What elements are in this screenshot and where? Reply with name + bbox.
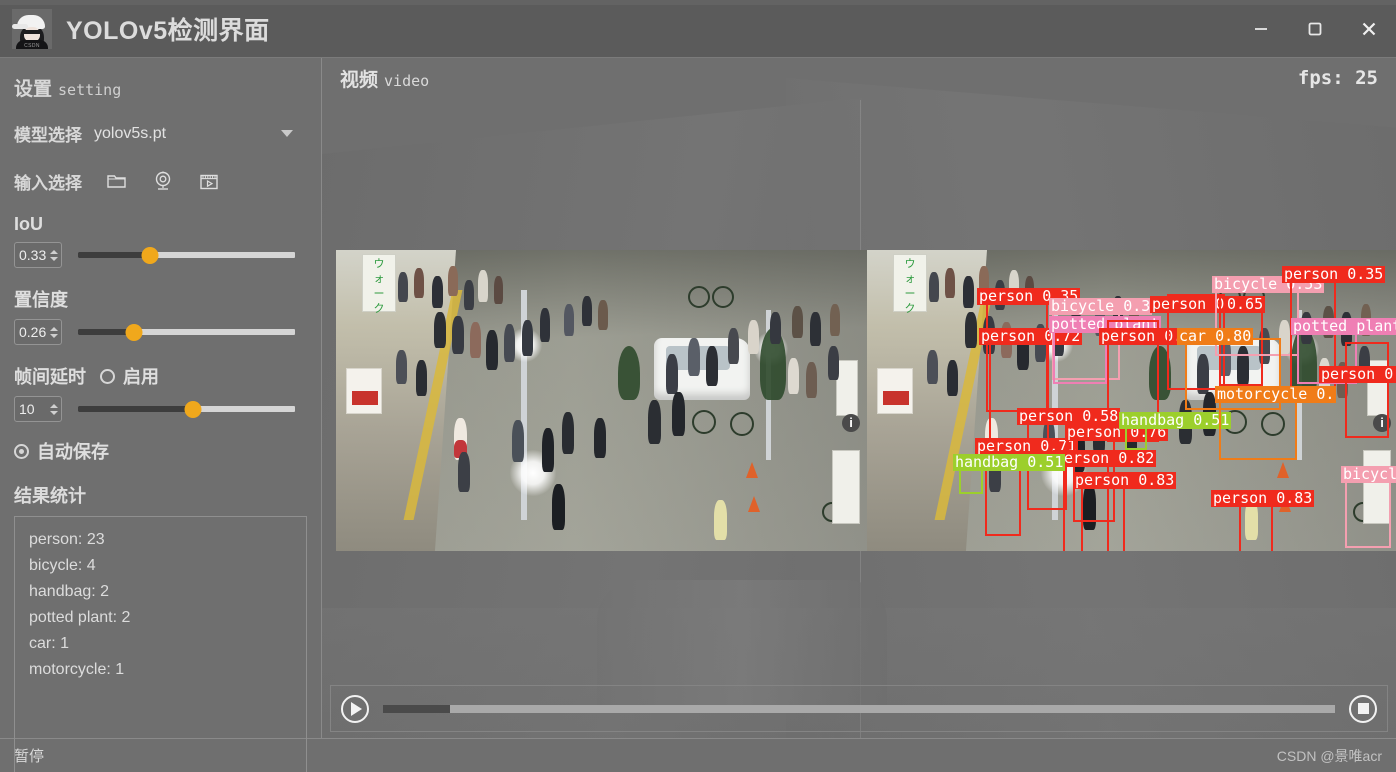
stats-item: car: 1 — [29, 635, 70, 652]
confidence-slider-handle[interactable] — [125, 323, 143, 341]
stop-button[interactable] — [1349, 694, 1377, 723]
frame-delay-label: 帧间延时 — [14, 367, 86, 387]
frame-delay-slider-handle[interactable] — [184, 400, 202, 418]
fps-readout: fps: 25 — [1297, 67, 1378, 89]
minimize-icon — [1255, 27, 1267, 30]
auto-save-row[interactable]: 自动保存 — [14, 438, 307, 464]
close-icon — [1362, 22, 1376, 35]
play-icon — [351, 701, 362, 716]
settings-heading-zh: 设置 — [14, 79, 53, 100]
auto-save-radio[interactable] — [14, 443, 29, 459]
frame-delay-spinner-arrows[interactable] — [50, 403, 61, 415]
video-frames: ウォーク i ウ ォ ー ク i person 0.35 person 0.72… — [336, 250, 1396, 551]
model-select-label: 模型选择 — [14, 126, 82, 145]
maximize-icon — [1308, 22, 1322, 35]
close-button[interactable] — [1342, 0, 1396, 57]
frame-delay-enable-label: 启用 — [123, 367, 159, 387]
iou-slider-fill — [78, 252, 150, 258]
maximize-button[interactable] — [1288, 0, 1342, 57]
street-scene-detected: ウォーク i — [867, 250, 1396, 551]
stop-icon — [1357, 703, 1369, 714]
confidence-spinbox[interactable]: 0.26 — [14, 319, 62, 345]
video-title-zh: 视频 — [340, 69, 379, 91]
stats-item: handbag: 2 — [29, 583, 110, 600]
video-title-en: video — [384, 71, 430, 90]
folder-icon — [107, 175, 126, 188]
confidence-slider[interactable] — [78, 322, 295, 342]
auto-save-label: 自动保存 — [37, 442, 109, 462]
confidence-spinner-arrows[interactable] — [50, 326, 61, 338]
folder-button[interactable] — [94, 166, 140, 196]
stats-box: person: 23 bicycle: 4 handbag: 2 potted … — [14, 516, 307, 772]
frame-delay-slider-fill — [78, 406, 193, 412]
model-select-row: 模型选择 yolov5s.pt — [14, 121, 307, 146]
settings-sidebar: 设置 setting 模型选择 yolov5s.pt 输入选择 IoU 0.33… — [0, 58, 322, 772]
logo-watermark: CSDN — [24, 42, 40, 49]
video-file-icon — [200, 174, 218, 189]
video-title: 视频 video — [340, 65, 429, 92]
frame-delay-spinbox[interactable]: 10 — [14, 396, 62, 422]
app-title: YOLOv5检测界面 — [66, 16, 270, 45]
frame-delay-control-row: 10 — [14, 396, 307, 422]
raw-video-frame[interactable]: ウォーク i — [336, 250, 867, 551]
model-select-dropdown[interactable]: yolov5s.pt — [94, 125, 307, 143]
input-select-row: 输入选择 — [14, 166, 307, 196]
titlebar-top-strip — [0, 0, 1396, 5]
stats-item: motorcycle: 1 — [29, 661, 125, 678]
chevron-down-icon — [281, 130, 293, 137]
app-logo-avatar: CSDN — [12, 8, 52, 49]
webcam-icon — [155, 171, 171, 190]
frame-delay-header: 帧间延时 启用 — [14, 363, 307, 389]
stats-item: bicycle: 4 — [29, 557, 96, 574]
iou-slider[interactable] — [78, 245, 295, 265]
minimize-button[interactable] — [1234, 0, 1288, 57]
window-body: 设置 setting 模型选择 yolov5s.pt 输入选择 IoU 0.33… — [0, 58, 1396, 772]
iou-control-row: 0.33 — [14, 242, 307, 268]
video-panel: 视频 video fps: 25 ウォーク i ウ ォ ー ク i person… — [322, 58, 1396, 738]
input-select-label: 输入选择 — [14, 173, 82, 193]
stats-item: potted plant: 2 — [29, 609, 131, 626]
video-stage: ウォーク i ウ ォ ー ク i person 0.35 person 0.72… — [322, 98, 1396, 685]
stats-item: person: 23 — [29, 531, 105, 548]
play-button[interactable] — [341, 694, 369, 723]
iou-spinbox[interactable]: 0.33 — [14, 242, 62, 268]
playback-progress-slider[interactable] — [383, 704, 1335, 713]
app-window: CSDN YOLOv5检测界面 设置 setting 模型选择 yolov5s.… — [0, 0, 1396, 772]
video-header: 视频 video fps: 25 — [322, 58, 1396, 98]
iou-slider-handle[interactable] — [141, 246, 159, 264]
confidence-label: 置信度 — [14, 290, 68, 310]
street-scene-raw: ウォーク i — [336, 250, 867, 551]
frame-delay-enable-radio[interactable] — [100, 368, 115, 384]
settings-heading-en: setting — [58, 81, 122, 99]
frame-delay-value: 10 — [19, 401, 35, 417]
input-source-buttons — [94, 166, 307, 196]
detected-video-frame[interactable]: ウォーク i person 0.35 person 0.72 bicycle 0… — [867, 250, 1396, 551]
iou-label: IoU — [14, 214, 43, 234]
title-bar: CSDN YOLOv5检测界面 — [0, 0, 1396, 58]
confidence-control-row: 0.26 — [14, 319, 307, 345]
watermark: CSDN @景唯acr — [1276, 747, 1382, 764]
settings-heading: 设置 setting — [14, 74, 307, 101]
window-controls — [1234, 0, 1396, 57]
model-select-value: yolov5s.pt — [94, 124, 167, 142]
player-bar — [330, 685, 1388, 732]
webcam-button[interactable] — [140, 166, 186, 196]
iou-spinner-arrows[interactable] — [50, 249, 61, 261]
confidence-value: 0.26 — [19, 324, 47, 340]
crowd-figures — [336, 250, 867, 551]
stats-title: 结果统计 — [14, 486, 86, 506]
playback-progress-fill — [383, 704, 450, 713]
iou-value: 0.33 — [19, 247, 47, 263]
video-file-button[interactable] — [186, 166, 232, 196]
frame-delay-slider[interactable] — [78, 399, 295, 419]
